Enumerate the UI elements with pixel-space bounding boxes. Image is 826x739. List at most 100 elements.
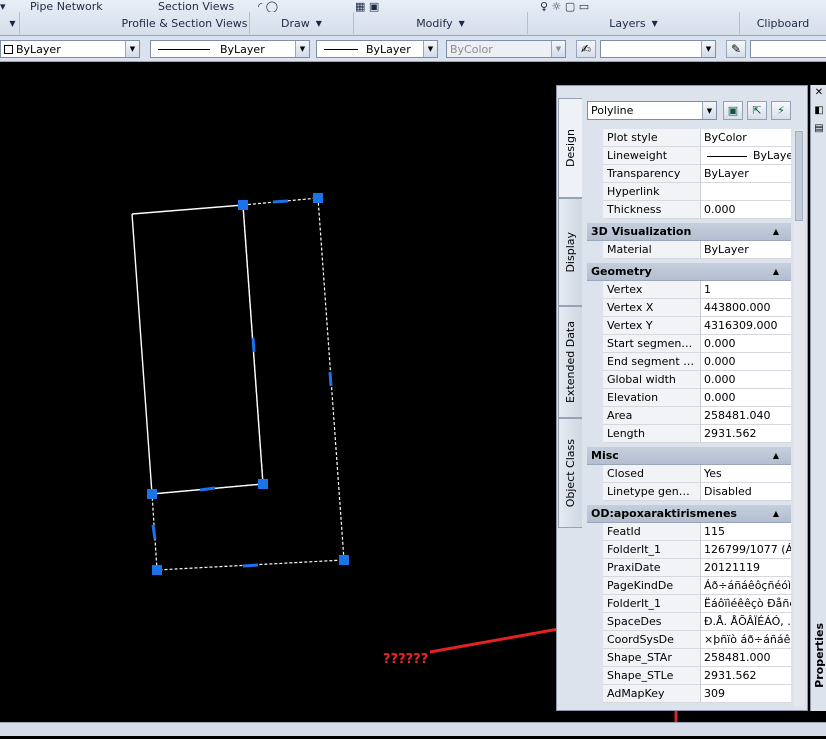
property-row[interactable]: Vertex Y 4316309.000 xyxy=(587,317,791,335)
property-row[interactable]: Shape_STAr 258481.000 xyxy=(587,649,791,667)
panel-layers[interactable]: Layers ▼ xyxy=(528,12,740,34)
selected-polyline[interactable] xyxy=(151,197,345,571)
property-row[interactable]: Thickness 0.000 xyxy=(587,201,791,219)
property-value[interactable]: 4316309.000 xyxy=(701,317,791,335)
property-value[interactable]: 0.000 xyxy=(701,389,791,407)
property-row[interactable]: FolderIt_1126799/1077 (Áð… xyxy=(587,541,791,559)
category-3d-visualization[interactable]: 3D Visualization ▲ xyxy=(587,223,791,241)
property-row[interactable]: PageKindDeÁð÷áñáêôçñéóìü… xyxy=(587,577,791,595)
object-type-combo[interactable]: Polyline ▼ xyxy=(587,101,717,120)
property-row[interactable]: Area 258481.040 xyxy=(587,407,791,425)
collapse-icon[interactable]: ▲ xyxy=(773,505,779,523)
property-row[interactable]: Vertex 1 xyxy=(587,281,791,299)
collapse-icon[interactable]: ▲ xyxy=(773,223,779,241)
property-row[interactable]: FeatId 115 xyxy=(587,523,791,541)
property-row[interactable]: Plot style ByColor xyxy=(587,129,791,147)
pipe-network-button[interactable]: Pipe Network xyxy=(30,0,125,12)
property-value[interactable]: 0.000 xyxy=(701,353,791,371)
chevron-down-icon[interactable]: ▼ xyxy=(125,41,139,57)
property-value[interactable]: ByLayer xyxy=(701,147,791,165)
vertex-grip[interactable] xyxy=(258,479,268,489)
property-row[interactable]: Transparency ByLayer xyxy=(587,165,791,183)
property-value[interactable]: Disabled xyxy=(701,483,791,501)
chevron-down-icon[interactable]: ▼ xyxy=(702,102,716,119)
text-style-icon[interactable]: ✍ xyxy=(576,40,596,58)
panel-clipboard[interactable]: Clipboard xyxy=(740,12,826,34)
collapse-icon[interactable]: ▲ xyxy=(773,263,779,281)
property-value[interactable]: 1 xyxy=(701,281,791,299)
property-value[interactable]: ByLayer xyxy=(701,241,791,259)
property-value[interactable]: Ëáôïìéêêçò Ðåñéï÷… xyxy=(701,595,791,613)
property-value[interactable]: 443800.000 xyxy=(701,299,791,317)
select-objects-icon[interactable]: ⇱ xyxy=(747,101,767,120)
palette-scrollbar[interactable] xyxy=(794,129,804,707)
property-row[interactable]: Lineweight ByLayer xyxy=(587,147,791,165)
property-value[interactable]: Yes xyxy=(701,465,791,483)
vertex-grip[interactable] xyxy=(152,565,162,575)
property-value[interactable]: 0.000 xyxy=(701,371,791,389)
property-row[interactable]: Hyperlink xyxy=(587,183,791,201)
lineweight-combo[interactable]: ByLayer ▼ xyxy=(316,40,438,58)
property-row[interactable]: Vertex X 443800.000 xyxy=(587,299,791,317)
property-value[interactable]: 20121119 xyxy=(701,559,791,577)
property-value[interactable]: 2931.562 xyxy=(701,667,791,685)
property-value[interactable]: 309 xyxy=(701,685,791,703)
property-value[interactable]: ByColor xyxy=(701,129,791,147)
draw-tools-fragment[interactable]: ◜ ◯ xyxy=(258,0,298,12)
palette-menu-icon[interactable]: ▤ xyxy=(813,123,825,135)
chevron-down-icon[interactable]: ▼ xyxy=(423,41,437,57)
property-row[interactable]: PraxiDate 20121119 xyxy=(587,559,791,577)
property-value[interactable]: ×þñïò áð÷áñáêô… xyxy=(701,631,791,649)
property-value[interactable]: Áð÷áñáêôçñéóìü… xyxy=(701,577,791,595)
vertex-grip[interactable] xyxy=(339,555,349,565)
quick-select-icon[interactable]: ⚡ xyxy=(771,101,791,120)
pickadd-toggle-icon[interactable]: ▣ xyxy=(723,101,743,120)
property-row[interactable]: Shape_STLe 2931.562 xyxy=(587,667,791,685)
layer-tools-fragment[interactable]: ♀ ☼ ▢ ▭ xyxy=(540,0,720,12)
category-object-data[interactable]: OD:apoxaraktirismenes ▲ xyxy=(587,505,791,523)
vertex-grip[interactable] xyxy=(238,200,248,210)
panel-draw[interactable]: Draw ▼ xyxy=(250,12,354,34)
property-value[interactable] xyxy=(701,183,791,201)
property-value[interactable]: 2931.562 xyxy=(701,425,791,443)
tab-object-class[interactable]: Object Class xyxy=(558,418,582,528)
property-row[interactable]: Material ByLayer xyxy=(587,241,791,259)
autohide-icon[interactable]: ◧ xyxy=(813,105,825,117)
property-value[interactable]: 0.000 xyxy=(701,335,791,353)
tab-extended-data[interactable]: Extended Data xyxy=(558,306,582,418)
panel-left-stub[interactable]: ▼ xyxy=(0,12,20,34)
category-geometry[interactable]: Geometry ▲ xyxy=(587,263,791,281)
tab-display[interactable]: Display xyxy=(558,198,582,306)
property-row[interactable]: CoordSysDe×þñïò áð÷áñáêô… xyxy=(587,631,791,649)
property-value[interactable]: 258481.040 xyxy=(701,407,791,425)
close-icon[interactable]: ✕ xyxy=(813,87,825,99)
category-misc[interactable]: Misc ▲ xyxy=(587,447,791,465)
midpoint-grip[interactable] xyxy=(199,486,216,492)
dim-style-combo[interactable] xyxy=(750,40,826,58)
polyline-white[interactable] xyxy=(131,204,264,495)
chevron-down-icon[interactable]: ▼ xyxy=(701,41,715,57)
dim-style-icon[interactable]: ✎ xyxy=(726,40,746,58)
property-row[interactable]: Elevation 0.000 xyxy=(587,389,791,407)
panel-modify[interactable]: Modify ▼ xyxy=(354,12,528,34)
tab-design[interactable]: Design xyxy=(558,98,582,198)
linetype-combo[interactable]: ByLayer ▼ xyxy=(150,40,310,58)
midpoint-grip[interactable] xyxy=(251,337,256,353)
property-row[interactable]: AdMapKey 309 xyxy=(587,685,791,703)
property-value[interactable]: Ð.Å. ÅÕÂÏÉÁÓ, … xyxy=(701,613,791,631)
property-row[interactable]: Closed Yes xyxy=(587,465,791,483)
property-value[interactable]: 115 xyxy=(701,523,791,541)
color-combo[interactable]: ByLayer ▼ xyxy=(0,40,140,58)
property-value[interactable]: 126799/1077 (Áð… xyxy=(701,541,791,559)
section-views-button[interactable]: Section Views xyxy=(158,0,248,12)
property-value[interactable]: 0.000 xyxy=(701,201,791,219)
modify-tools-fragment[interactable]: ▦ ▣ xyxy=(355,0,415,12)
property-row[interactable]: Start segmen… 0.000 xyxy=(587,335,791,353)
property-row[interactable]: Length 2931.562 xyxy=(587,425,791,443)
collapse-icon[interactable]: ▲ xyxy=(773,447,779,465)
panel-profile-section-views[interactable]: Profile & Section Views xyxy=(120,12,250,34)
property-row[interactable]: Linetype gen… Disabled xyxy=(587,483,791,501)
property-value[interactable]: ByLayer xyxy=(701,165,791,183)
chevron-down-icon[interactable]: ▼ xyxy=(295,41,309,57)
vertex-grip[interactable] xyxy=(147,489,157,499)
